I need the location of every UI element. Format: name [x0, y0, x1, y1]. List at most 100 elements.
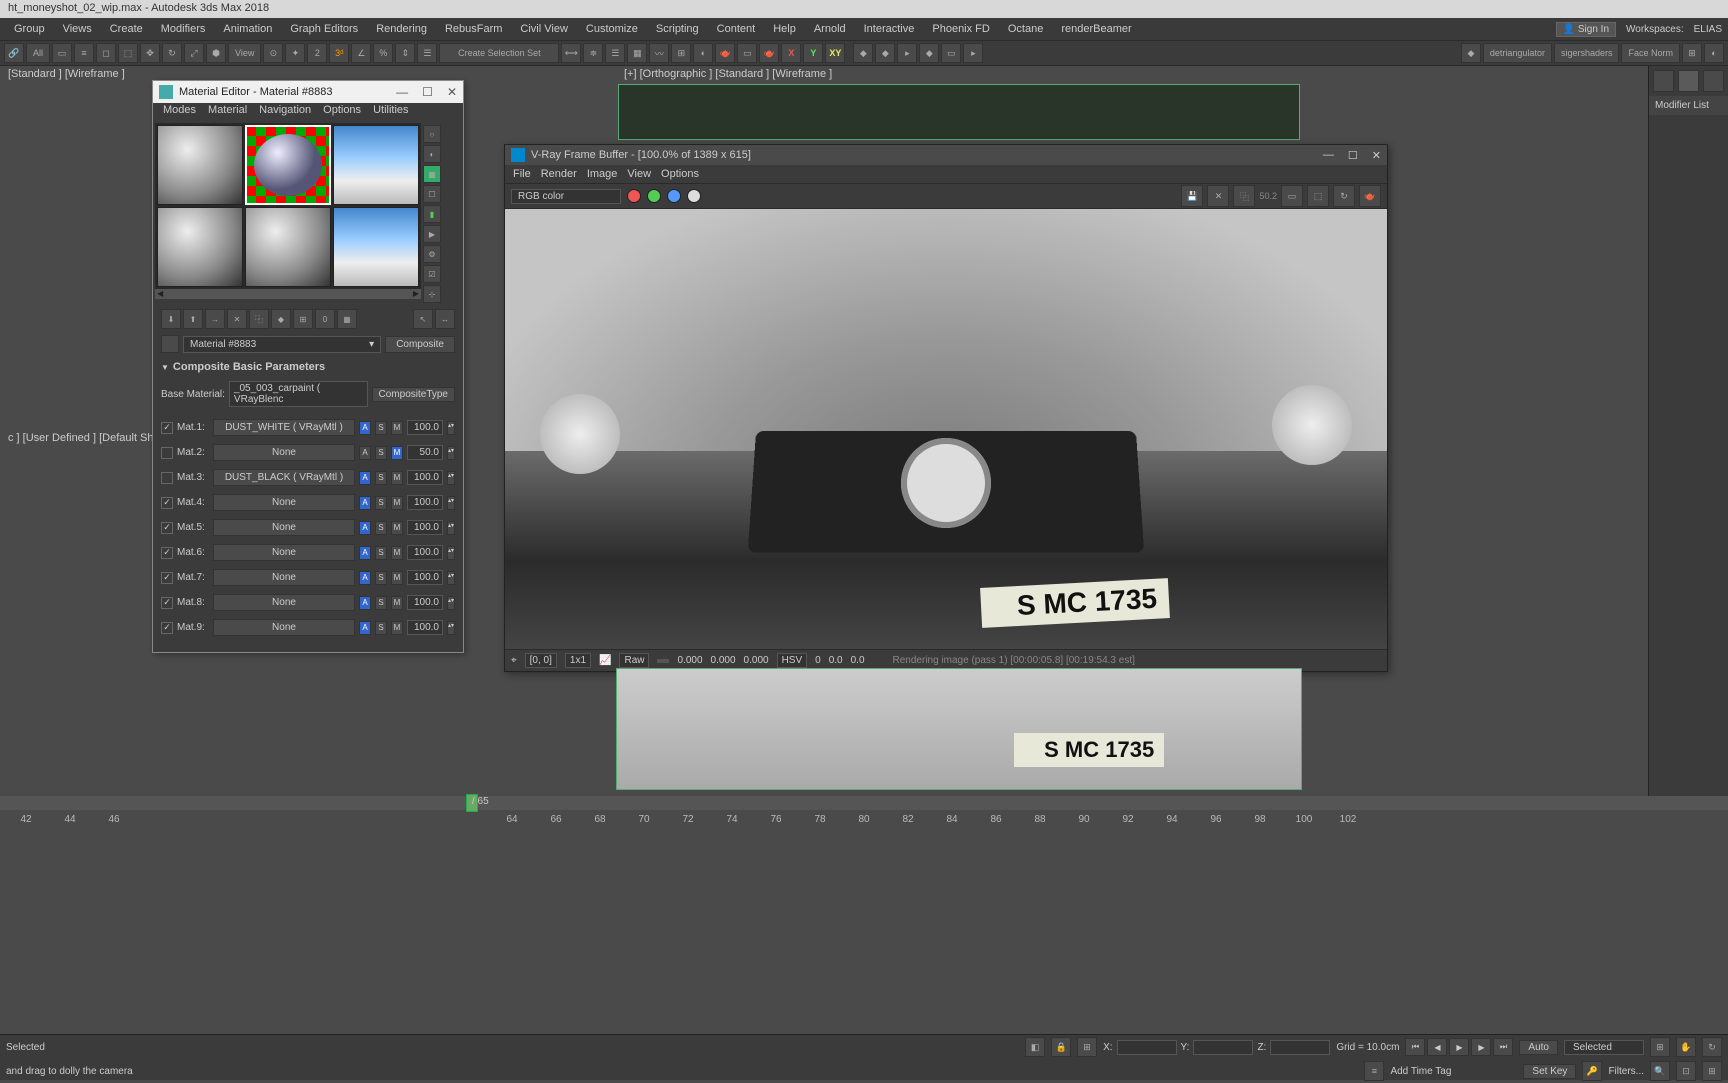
add-time-tag[interactable]: Add Time Tag [1390, 1066, 1451, 1077]
minimize-icon[interactable]: — [396, 85, 408, 99]
mat-amount-spinner[interactable]: 100.0 [407, 545, 443, 560]
sigershaders-button[interactable]: sigershaders [1554, 43, 1620, 63]
misc-tool-4[interactable]: ◆ [919, 43, 939, 63]
signin-button[interactable]: 👤 Sign In [1556, 22, 1616, 37]
blue-channel-icon[interactable] [667, 189, 681, 203]
spinner-arrows-icon[interactable]: ▴▾ [447, 546, 455, 560]
misc-tool-5[interactable]: ▭ [941, 43, 961, 63]
schematic-icon[interactable]: ⊞ [671, 43, 691, 63]
mat-m-button[interactable]: M [391, 496, 403, 510]
spinner-arrows-icon[interactable]: ▴▾ [447, 496, 455, 510]
vfb-curves-icon[interactable]: 📈 [599, 655, 611, 666]
transform-type-icon[interactable]: ⊞ [1077, 1037, 1097, 1057]
sample-slot-scrollbar[interactable]: ◀▶ [155, 289, 421, 299]
align-icon[interactable]: ≑ [583, 43, 603, 63]
modifier-list-dropdown[interactable]: Modifier List [1649, 96, 1728, 115]
scale-icon[interactable]: ⤢ [184, 43, 204, 63]
me-menu-options[interactable]: Options [319, 103, 365, 121]
mat-a-button[interactable]: A [359, 621, 371, 635]
axis-x-button[interactable]: X [781, 43, 801, 63]
mat-a-button[interactable]: A [359, 571, 371, 585]
max-viewport-icon[interactable]: ⊞ [1702, 1061, 1722, 1081]
mat-a-button[interactable]: A [359, 471, 371, 485]
menu-arnold[interactable]: Arnold [806, 21, 854, 37]
menu-content[interactable]: Content [709, 21, 764, 37]
clear-image-icon[interactable]: ✕ [1207, 185, 1229, 207]
pan-icon[interactable]: ✋ [1676, 1037, 1696, 1057]
pick-material-icon[interactable] [161, 335, 179, 353]
mat-s-button[interactable]: S [375, 446, 387, 460]
sample-type-icon[interactable]: ○ [423, 125, 441, 143]
background-icon[interactable]: ▦ [423, 165, 441, 183]
axis-y-button[interactable]: Y [803, 43, 823, 63]
sample-slot-5[interactable] [245, 207, 331, 287]
make-copy-icon[interactable]: ⿻ [249, 309, 269, 329]
mat-s-button[interactable]: S [375, 621, 387, 635]
mat-m-button[interactable]: M [391, 621, 403, 635]
mat-a-button[interactable]: A [359, 546, 371, 560]
menu-scripting[interactable]: Scripting [648, 21, 707, 37]
mat-enable-checkbox[interactable] [161, 447, 173, 459]
detriangulator-button[interactable]: detriangulator [1483, 43, 1552, 63]
render-last-icon[interactable]: 🫖 [1359, 185, 1381, 207]
goto-end-icon[interactable]: ⏭ [1493, 1038, 1513, 1056]
spinner-arrows-icon[interactable]: ▴▾ [447, 571, 455, 585]
vfb-menu-file[interactable]: File [513, 168, 531, 180]
selection-set-icon[interactable]: ☰ [417, 43, 437, 63]
viewport-label-top-right[interactable]: [+] [Orthographic ] [Standard ] [Wirefra… [620, 66, 836, 82]
mat-map-button[interactable]: None [213, 494, 355, 511]
lock-icon[interactable]: 🔒 [1051, 1037, 1071, 1057]
backlight-icon[interactable]: ◐ [423, 145, 441, 163]
menu-phoenixfd[interactable]: Phoenix FD [924, 21, 997, 37]
rect-select-icon[interactable]: ◻ [96, 43, 116, 63]
vfb-menu-view[interactable]: View [627, 168, 651, 180]
vfb-minimize-icon[interactable]: — [1323, 149, 1334, 162]
mat-map-button[interactable]: DUST_WHITE ( VRayMtl ) [213, 419, 355, 436]
menu-group[interactable]: Group [6, 21, 53, 37]
mat-amount-spinner[interactable]: 50.0 [407, 445, 443, 460]
menu-create[interactable]: Create [102, 21, 151, 37]
mat-enable-checkbox[interactable] [161, 572, 173, 584]
key-filters-icon[interactable]: 🔑 [1582, 1061, 1602, 1081]
orbit-icon[interactable]: ↻ [1702, 1037, 1722, 1057]
sample-slot-3[interactable] [333, 125, 419, 205]
mat-s-button[interactable]: S [375, 471, 387, 485]
curve-editor-icon[interactable]: 〰 [649, 43, 669, 63]
link-icon[interactable]: 🔗 [4, 43, 24, 63]
menu-customize[interactable]: Customize [578, 21, 646, 37]
menu-civilview[interactable]: Civil View [512, 21, 575, 37]
vfb-menu-image[interactable]: Image [587, 168, 618, 180]
play-icon[interactable]: ▶ [1449, 1038, 1469, 1056]
script-listener-icon[interactable]: ≡ [1364, 1061, 1384, 1081]
region-render-icon[interactable]: ▭ [1281, 185, 1303, 207]
mat-m-button[interactable]: M [391, 471, 403, 485]
mat-amount-spinner[interactable]: 100.0 [407, 570, 443, 585]
select-icon[interactable]: ▭ [52, 43, 72, 63]
misc-tool-1[interactable]: ◆ [853, 43, 873, 63]
mat-m-button[interactable]: M [391, 446, 403, 460]
menu-renderbeamer[interactable]: renderBeamer [1053, 21, 1139, 37]
mat-enable-checkbox[interactable] [161, 472, 173, 484]
menu-rendering[interactable]: Rendering [368, 21, 435, 37]
viewport-top-right[interactable] [618, 84, 1300, 140]
mat-map-button[interactable]: None [213, 594, 355, 611]
manipulate-icon[interactable]: ✦ [285, 43, 305, 63]
material-type-button[interactable]: Composite [385, 336, 455, 353]
mat-amount-spinner[interactable]: 100.0 [407, 470, 443, 485]
viewport-label-top-left[interactable]: [Standard ] [Wireframe ] [4, 66, 129, 82]
key-filters-button[interactable]: Filters... [1608, 1066, 1644, 1077]
material-name-field[interactable]: Material #8883▾ [183, 336, 381, 353]
spinner-arrows-icon[interactable]: ▴▾ [447, 446, 455, 460]
material-editor-titlebar[interactable]: Material Editor - Material #8883 — ☐ ✕ [153, 81, 463, 103]
isolate-icon[interactable]: ◧ [1025, 1037, 1045, 1057]
show-in-vp-icon[interactable]: ▦ [337, 309, 357, 329]
render-icon[interactable]: 🫖 [759, 43, 779, 63]
close-icon[interactable]: ✕ [447, 85, 457, 99]
plugin-btn-1[interactable]: ◆ [1461, 43, 1481, 63]
menu-grapheditors[interactable]: Graph Editors [282, 21, 366, 37]
autokey-button[interactable]: Auto [1519, 1040, 1558, 1055]
mat-map-nav-icon[interactable]: ⊹ [423, 285, 441, 303]
vfb-space[interactable]: HSV [777, 653, 808, 668]
mat-a-button[interactable]: A [359, 446, 371, 460]
rollout-header[interactable]: Composite Basic Parameters [161, 359, 455, 379]
